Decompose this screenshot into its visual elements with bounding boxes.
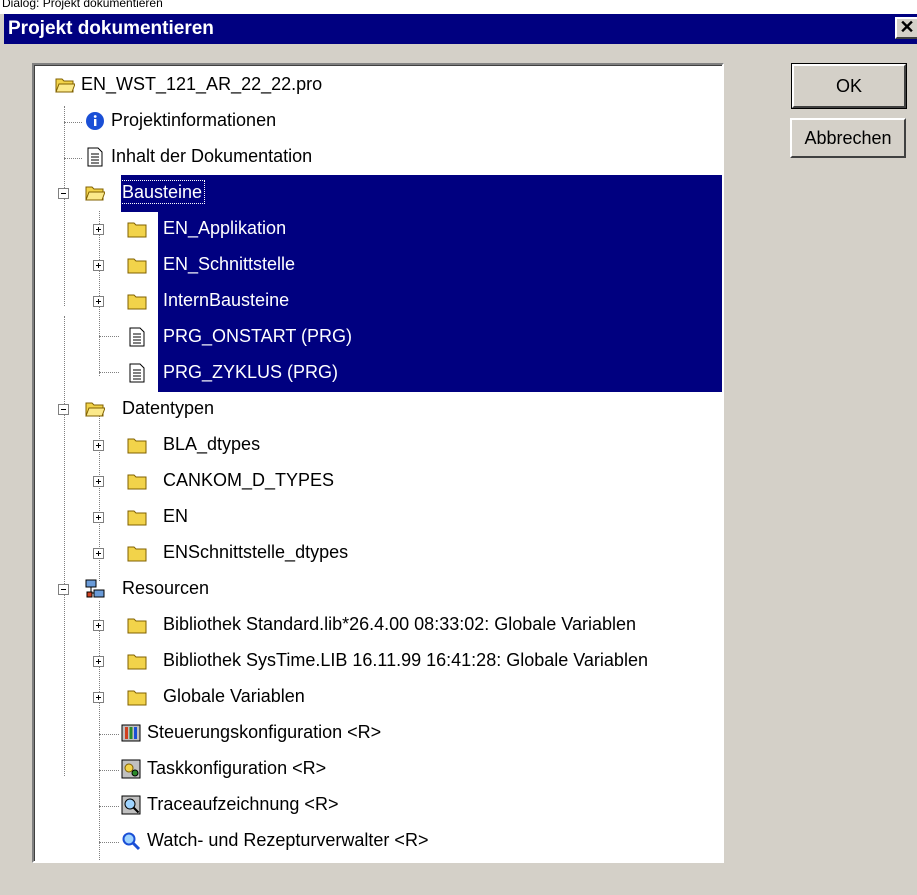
- network-resources-icon: [85, 579, 105, 598]
- folder-icon: [127, 690, 147, 706]
- expand-toggle[interactable]: [93, 656, 104, 667]
- tree-node-label: PRG_ONSTART (PRG): [163, 326, 353, 346]
- tree-node-datentypen[interactable]: Datentypen: [35, 392, 715, 426]
- tree-node-bausteine[interactable]: Bausteine: [35, 176, 715, 210]
- folder-icon: [127, 654, 147, 670]
- tree-node-projektinformationen[interactable]: Projektinformationen: [35, 104, 715, 138]
- expand-toggle[interactable]: [93, 620, 104, 631]
- tree-node-prg-zyklus[interactable]: PRG_ZYKLUS (PRG): [35, 356, 715, 390]
- close-icon: ✕: [899, 17, 915, 37]
- tree-node-globale-variablen[interactable]: Globale Variablen: [35, 680, 715, 714]
- caption-text: Dialog: Projekt dokumentieren: [2, 0, 163, 10]
- folder-icon: [127, 294, 147, 310]
- tree-node-label: EN_Applikation: [163, 218, 287, 238]
- tree-node-prg-onstart[interactable]: PRG_ONSTART (PRG): [35, 320, 715, 354]
- tree-node-cankom-d-types[interactable]: CANKOM_D_TYPES: [35, 464, 715, 498]
- dialog-titlebar: Projekt dokumentieren ✕: [4, 14, 917, 44]
- tree-node-label: Taskkonfiguration <R>: [147, 758, 327, 778]
- tree-node-label: CANKOM_D_TYPES: [163, 470, 335, 490]
- folder-icon: [127, 258, 147, 274]
- tree-node-label: Steuerungskonfiguration <R>: [147, 722, 382, 742]
- tree-node-label: InternBausteine: [163, 290, 290, 310]
- tree-node-en[interactable]: EN: [35, 500, 715, 534]
- tree-node-label: Inhalt der Dokumentation: [111, 146, 313, 166]
- expand-toggle[interactable]: [93, 512, 104, 523]
- folder-icon: [127, 618, 147, 634]
- tree-node-label: Globale Variablen: [163, 686, 305, 706]
- tree-node-en-applikation[interactable]: EN_Applikation: [35, 212, 715, 246]
- plc-configuration-icon: [121, 724, 141, 742]
- tree-node-label: Bibliothek SysTime.LIB 16.11.99 16:41:28…: [163, 650, 648, 670]
- tree-node-label: EN_Schnittstelle: [163, 254, 296, 274]
- tree-node-label: BLA_dtypes: [163, 434, 261, 454]
- tree-node-label: EN: [163, 506, 189, 526]
- tree-node-enschnittstelle-dtypes[interactable]: ENSchnittstelle_dtypes: [35, 536, 715, 570]
- expand-toggle[interactable]: [93, 296, 104, 307]
- collapse-toggle[interactable]: [58, 584, 69, 595]
- folder-icon: [127, 222, 147, 238]
- folder-icon: [127, 438, 147, 454]
- tree-node-bla-dtypes[interactable]: BLA_dtypes: [35, 428, 715, 462]
- folder-icon: [127, 474, 147, 490]
- open-folder-icon: [85, 402, 105, 417]
- cancel-button[interactable]: Abbrechen: [790, 118, 906, 158]
- tree-node-label: Projektinformationen: [111, 110, 277, 130]
- tree-node-taskkonfiguration[interactable]: Taskkonfiguration <R>: [35, 752, 715, 786]
- document-icon: [129, 327, 145, 347]
- close-button[interactable]: ✕: [895, 17, 917, 39]
- tree-node-label: Bausteine: [118, 180, 206, 204]
- expand-toggle[interactable]: [93, 224, 104, 235]
- tree-node-label: Bibliothek Standard.lib*26.4.00 08:33:02…: [163, 614, 637, 634]
- tree-node-bibliothek-standard[interactable]: Bibliothek Standard.lib*26.4.00 08:33:02…: [35, 608, 715, 642]
- tree-node-root[interactable]: EN_WST_121_AR_22_22.pro: [35, 68, 715, 102]
- tree-node-label: ENSchnittstelle_dtypes: [163, 542, 349, 562]
- expand-toggle[interactable]: [93, 476, 104, 487]
- expand-toggle[interactable]: [93, 692, 104, 703]
- tree-node-watch-rezeptur[interactable]: Watch- und Rezepturverwalter <R>: [35, 824, 715, 858]
- tree-node-label: Resourcen: [122, 578, 210, 598]
- trace-icon: [121, 795, 141, 815]
- info-icon: [86, 112, 104, 130]
- collapse-toggle[interactable]: [58, 188, 69, 199]
- tree-node-traceaufzeichnung[interactable]: Traceaufzeichnung <R>: [35, 788, 715, 822]
- project-tree[interactable]: EN_WST_121_AR_22_22.pro Projektinformati…: [32, 63, 724, 863]
- task-configuration-icon: [121, 759, 141, 779]
- magnifier-icon: [122, 832, 141, 851]
- expand-toggle[interactable]: [93, 548, 104, 559]
- document-icon: [87, 147, 103, 167]
- tree-node-label: PRG_ZYKLUS (PRG): [163, 362, 339, 382]
- folder-icon: [127, 510, 147, 526]
- dialog-title: Projekt dokumentieren: [8, 18, 214, 39]
- ok-button[interactable]: OK: [791, 63, 907, 109]
- folder-icon: [127, 546, 147, 562]
- expand-toggle[interactable]: [93, 440, 104, 451]
- tree-node-bibliothek-systime[interactable]: Bibliothek SysTime.LIB 16.11.99 16:41:28…: [35, 644, 715, 678]
- tree-node-internbausteine[interactable]: InternBausteine: [35, 284, 715, 318]
- tree-node-label: Watch- und Rezepturverwalter <R>: [147, 830, 429, 850]
- tree-node-steuerungskonfiguration[interactable]: Steuerungskonfiguration <R>: [35, 716, 715, 750]
- expand-toggle[interactable]: [93, 260, 104, 271]
- document-icon: [129, 363, 145, 383]
- tree-node-en-schnittstelle[interactable]: EN_Schnittstelle: [35, 248, 715, 282]
- open-folder-icon: [55, 78, 75, 93]
- tree-node-label: Traceaufzeichnung <R>: [147, 794, 339, 814]
- tree-node-label: EN_WST_121_AR_22_22.pro: [81, 74, 323, 94]
- window-caption-strip: Dialog: Projekt dokumentieren: [0, 0, 917, 14]
- collapse-toggle[interactable]: [58, 404, 69, 415]
- tree-node-resourcen[interactable]: Resourcen: [35, 572, 715, 606]
- tree-node-label: Datentypen: [122, 398, 215, 418]
- open-folder-icon: [85, 186, 105, 201]
- tree-node-inhalt[interactable]: Inhalt der Dokumentation: [35, 140, 715, 174]
